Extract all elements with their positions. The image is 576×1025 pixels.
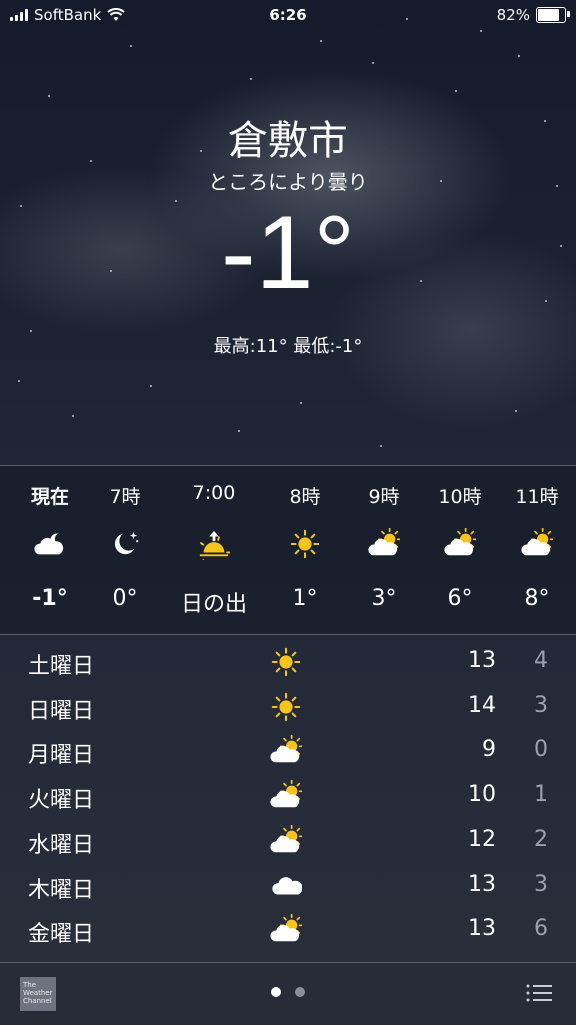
bottom-toolbar: The Weather Channel (0, 962, 576, 1025)
clock: 6:26 (269, 6, 307, 24)
hourly-temperature: 1° (292, 586, 318, 611)
partly-cloudy-day-icon (497, 528, 576, 560)
partly-cloudy-day-icon (270, 913, 306, 944)
day-high: 14 (468, 692, 496, 718)
day-name: 水曜日 (28, 832, 95, 858)
hourly-time: 7:00 (192, 482, 236, 504)
hourly-time: 11時 (515, 486, 559, 508)
day-low: 1 (534, 782, 548, 808)
day-low: 0 (534, 737, 548, 763)
hourly-time: 9時 (368, 486, 400, 508)
sun-icon (270, 646, 306, 677)
daily-row: 水曜日 12 2 (0, 819, 576, 863)
partly-cloudy-night-icon (10, 528, 90, 560)
high-low-temperature: 最高:11° 最低:-1° (213, 336, 363, 357)
hourly-temperature: 0° (112, 586, 138, 611)
hourly-temperature: 6° (447, 586, 473, 611)
day-low: 4 (534, 648, 548, 673)
partly-cloudy-day-icon (420, 528, 500, 560)
sunrise-icon (174, 528, 254, 560)
hourly-item: 7時 0° (85, 466, 165, 634)
day-name: 金曜日 (28, 922, 95, 948)
hourly-time: 現在 (30, 486, 69, 508)
partly-cloudy-day-icon (270, 735, 306, 765)
status-bar: SoftBank 6:26 82% (0, 0, 576, 30)
hourly-time: 10時 (438, 486, 482, 508)
hourly-time: 7時 (109, 486, 141, 508)
page-dot[interactable] (295, 987, 305, 997)
partly-cloudy-day-icon (270, 779, 306, 810)
hourly-item: 現在 -1° (10, 466, 90, 634)
daily-row: 日曜日 14 3 (0, 685, 576, 729)
day-name: 日曜日 (28, 698, 95, 724)
day-name: 木曜日 (28, 877, 95, 903)
day-high: 12 (468, 826, 496, 852)
hourly-forecast[interactable]: 現在 -1° 7時 0° 7:00 日の出 8時 1° 9時 3° 10時 6° 11時 8° (0, 465, 576, 635)
daily-row: 月曜日 9 0 (0, 729, 576, 773)
hourly-item: 11時 8° (497, 466, 576, 634)
city-name: 倉敷市 (228, 118, 348, 164)
day-low: 3 (534, 871, 548, 897)
partly-cloudy-day-icon (344, 528, 424, 560)
day-high: 13 (468, 648, 496, 673)
moon-stars-icon (85, 528, 165, 560)
battery-percent: 82% (496, 6, 530, 24)
day-low: 3 (534, 692, 548, 718)
day-low: 6 (534, 916, 548, 942)
partly-cloudy-day-icon (270, 824, 306, 855)
daily-row: 金曜日 13 6 (0, 908, 576, 952)
current-condition: ところにより曇り (208, 170, 368, 194)
page-indicator[interactable] (0, 987, 576, 997)
day-low: 2 (534, 826, 548, 852)
day-name: 火曜日 (28, 788, 95, 814)
daily-row: 木曜日 13 3 (0, 864, 576, 908)
list-icon[interactable] (526, 983, 552, 1003)
hourly-item: 10時 6° (420, 466, 500, 634)
hourly-temperature: 日の出 (180, 592, 247, 617)
hourly-temperature: 8° (524, 586, 550, 611)
hourly-item: 7:00 日の出 (174, 466, 254, 634)
hourly-time: 8時 (289, 486, 321, 508)
page-dot[interactable] (271, 987, 281, 997)
day-high: 13 (468, 916, 496, 942)
daily-row: 火曜日 10 1 (0, 774, 576, 818)
day-high: 10 (468, 782, 496, 808)
hourly-item: 9時 3° (344, 466, 424, 634)
hourly-item: 8時 1° (265, 466, 345, 634)
sun-icon (270, 691, 306, 721)
day-high: 9 (482, 737, 496, 763)
day-high: 13 (468, 871, 496, 897)
battery-icon (536, 7, 570, 23)
daily-row: 土曜日 13 4 (0, 640, 576, 684)
hourly-temperature: -1° (32, 586, 68, 611)
cloud-icon (270, 870, 306, 900)
day-name: 月曜日 (28, 743, 95, 769)
hourly-temperature: 3° (371, 586, 397, 611)
current-temperature: -1° (220, 195, 356, 311)
sun-icon (265, 528, 345, 560)
day-name: 土曜日 (28, 654, 95, 679)
